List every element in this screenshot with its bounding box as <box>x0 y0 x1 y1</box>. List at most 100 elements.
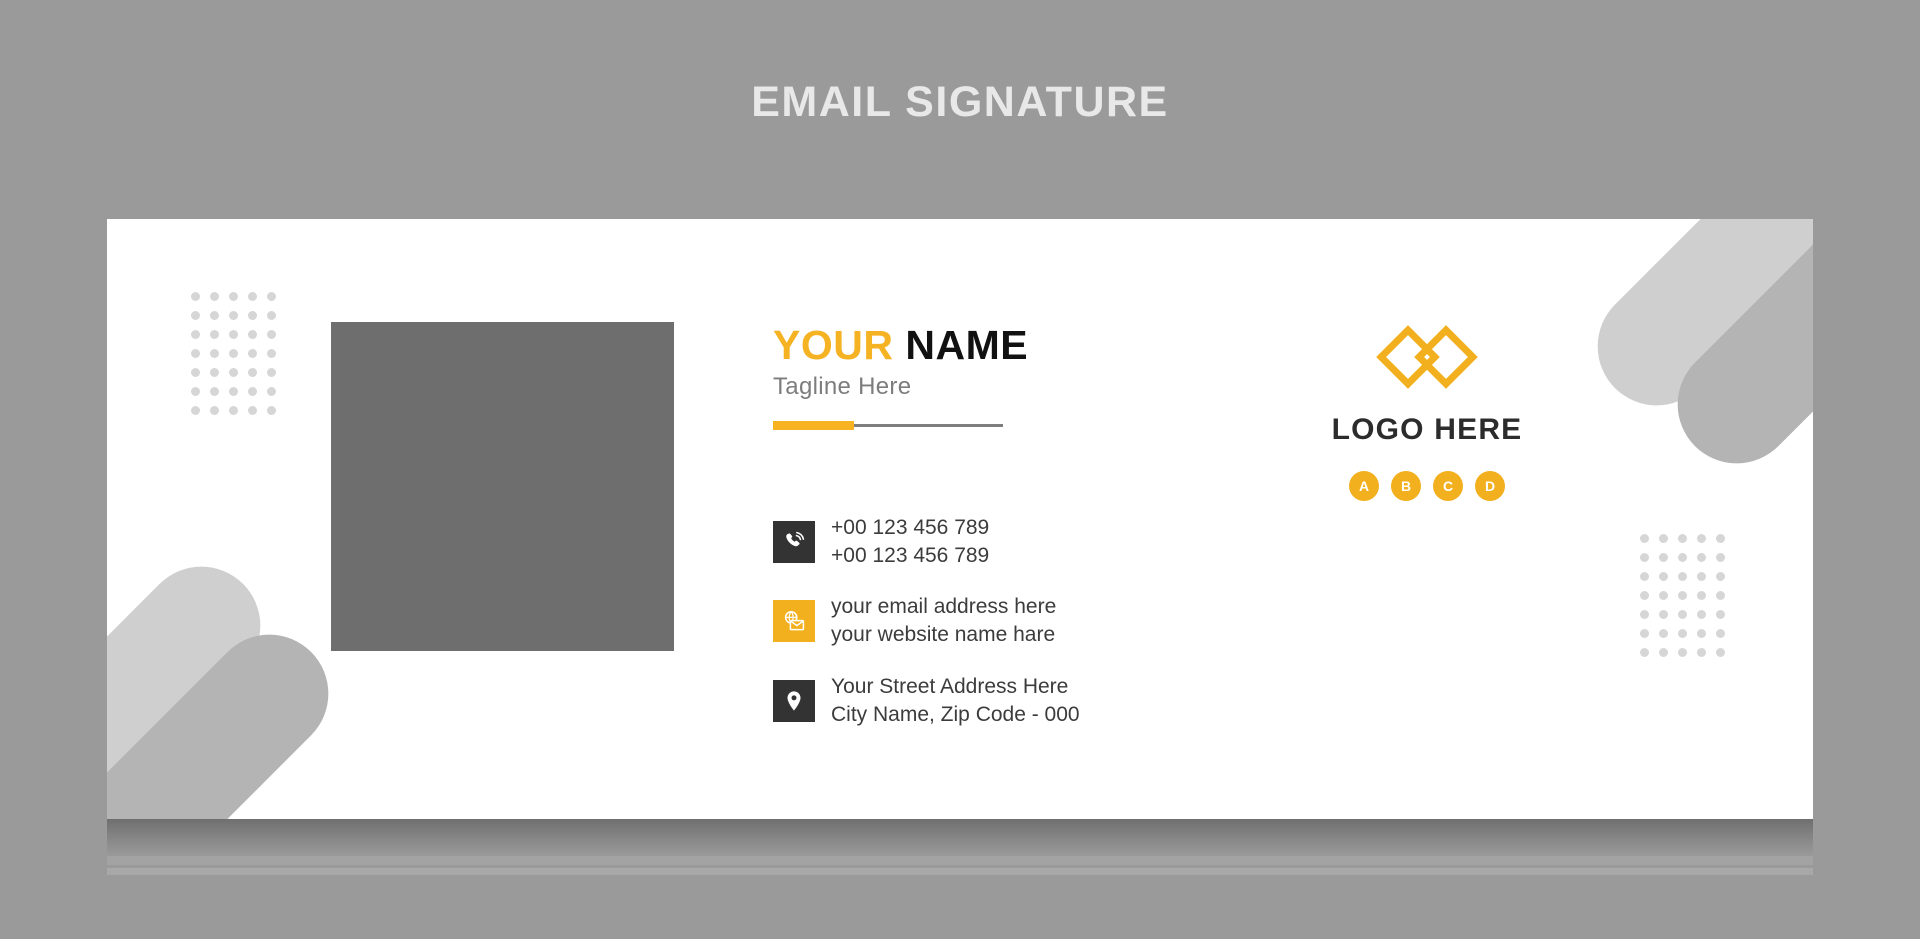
first-name: YOUR <box>773 322 894 368</box>
contact-line: Your Street Address Here <box>831 674 1069 698</box>
contact-line: your email address here <box>831 595 1057 619</box>
decorative-dot <box>229 406 238 415</box>
decorative-dot <box>1697 534 1706 543</box>
decorative-dot <box>229 330 238 339</box>
social-badge-b[interactable]: B <box>1391 471 1421 501</box>
decorative-dot <box>1640 648 1649 657</box>
social-badge-a[interactable]: A <box>1349 471 1379 501</box>
card-shadow-secondary <box>107 856 1813 865</box>
decorative-dot <box>1697 648 1706 657</box>
decorative-dot <box>1697 629 1706 638</box>
decorative-dot <box>1640 610 1649 619</box>
card-shadow-tertiary <box>107 868 1813 875</box>
decorative-dot <box>191 406 200 415</box>
contact-row[interactable]: Your Street Address Here City Name, Zip C… <box>773 673 1080 728</box>
decorative-dot <box>1678 591 1687 600</box>
decorative-dot <box>191 330 200 339</box>
contact-text-lines: your email address here your website name… <box>831 593 1056 648</box>
email-globe-icon <box>773 600 815 643</box>
decorative-dot <box>1678 629 1687 638</box>
decorative-dot <box>191 311 200 320</box>
decorative-dot <box>229 292 238 301</box>
decorative-dot <box>1678 648 1687 657</box>
decorative-dot <box>1678 572 1687 581</box>
phone-icon <box>773 520 815 563</box>
decorative-dot <box>1640 553 1649 562</box>
decorative-dot-grid-left <box>191 292 279 418</box>
decorative-dot <box>191 387 200 396</box>
decorative-dot <box>1716 534 1725 543</box>
decorative-dot <box>210 406 219 415</box>
decorative-dot <box>248 406 257 415</box>
decorative-dot <box>210 349 219 358</box>
decorative-dot <box>1697 591 1706 600</box>
title-divider <box>773 421 1003 431</box>
social-badge-d[interactable]: D <box>1475 471 1505 501</box>
social-badge-c[interactable]: C <box>1433 471 1463 501</box>
decorative-dot <box>248 349 257 358</box>
decorative-dot <box>248 311 257 320</box>
decorative-dot <box>248 387 257 396</box>
decorative-dot <box>1640 534 1649 543</box>
decorative-dot <box>267 349 276 358</box>
logo-block: LOGO HERE ABCD <box>1267 324 1587 501</box>
decorative-dot <box>1659 648 1668 657</box>
tagline: Tagline Here <box>773 373 912 401</box>
decorative-dot <box>210 330 219 339</box>
profile-photo-placeholder <box>331 322 674 651</box>
decorative-dot <box>229 311 238 320</box>
decorative-dot <box>267 368 276 377</box>
decorative-dot <box>1716 648 1725 657</box>
decorative-dot <box>1678 534 1687 543</box>
contact-line: +00 123 456 789 <box>831 543 990 567</box>
decorative-dot <box>1716 591 1725 600</box>
location-pin-icon <box>773 679 815 722</box>
contact-line: City Name, Zip Code - 000 <box>831 702 1080 726</box>
contact-text-lines: +00 123 456 789 +00 123 456 789 <box>831 514 989 569</box>
decorative-dot <box>1659 610 1668 619</box>
decorative-dot <box>1716 610 1725 619</box>
decorative-dot <box>1678 610 1687 619</box>
contact-list: +00 123 456 789 +00 123 456 789 your email… <box>773 514 1080 728</box>
email-signature-card: YOUR NAME Tagline Here +00 123 456 789 +0… <box>107 219 1813 819</box>
divider-accent-segment <box>773 421 854 431</box>
decorative-dot <box>1678 553 1687 562</box>
decorative-dot <box>1697 572 1706 581</box>
decorative-dot <box>267 311 276 320</box>
decorative-dot <box>248 368 257 377</box>
decorative-dot <box>210 368 219 377</box>
decorative-dot <box>1697 610 1706 619</box>
decorative-dot <box>210 387 219 396</box>
decorative-dot <box>1659 591 1668 600</box>
logo-text: LOGO HERE <box>1331 413 1523 446</box>
decorative-dot <box>1659 629 1668 638</box>
decorative-dot <box>1716 629 1725 638</box>
decorative-dot <box>267 406 276 415</box>
decorative-dot <box>229 387 238 396</box>
decorative-dot <box>191 292 200 301</box>
decorative-dot <box>1716 553 1725 562</box>
decorative-dot <box>1697 553 1706 562</box>
decorative-dot <box>267 387 276 396</box>
decorative-dot <box>1640 591 1649 600</box>
decorative-dot <box>229 349 238 358</box>
contact-row[interactable]: your email address here your website name… <box>773 593 1080 648</box>
decorative-dot <box>267 292 276 301</box>
decorative-dot <box>1716 572 1725 581</box>
social-badge-row: ABCD <box>1349 471 1505 501</box>
decorative-dot <box>1659 572 1668 581</box>
contact-line: +00 123 456 789 <box>831 516 990 539</box>
contact-row[interactable]: +00 123 456 789 +00 123 456 789 <box>773 514 1080 569</box>
contact-line: your website name hare <box>831 623 1056 647</box>
decorative-dot <box>229 368 238 377</box>
decorative-dot <box>1640 629 1649 638</box>
interlocking-diamonds-logo <box>1375 324 1479 405</box>
decorative-dot <box>191 368 200 377</box>
decorative-dot <box>210 311 219 320</box>
decorative-dot <box>191 349 200 358</box>
last-name: NAME <box>905 322 1029 368</box>
decorative-dot <box>1659 553 1668 562</box>
decorative-dot <box>210 292 219 301</box>
page-title: EMAIL SIGNATURE <box>751 78 1169 126</box>
identity-block: YOUR NAME Tagline Here <box>773 322 1193 431</box>
